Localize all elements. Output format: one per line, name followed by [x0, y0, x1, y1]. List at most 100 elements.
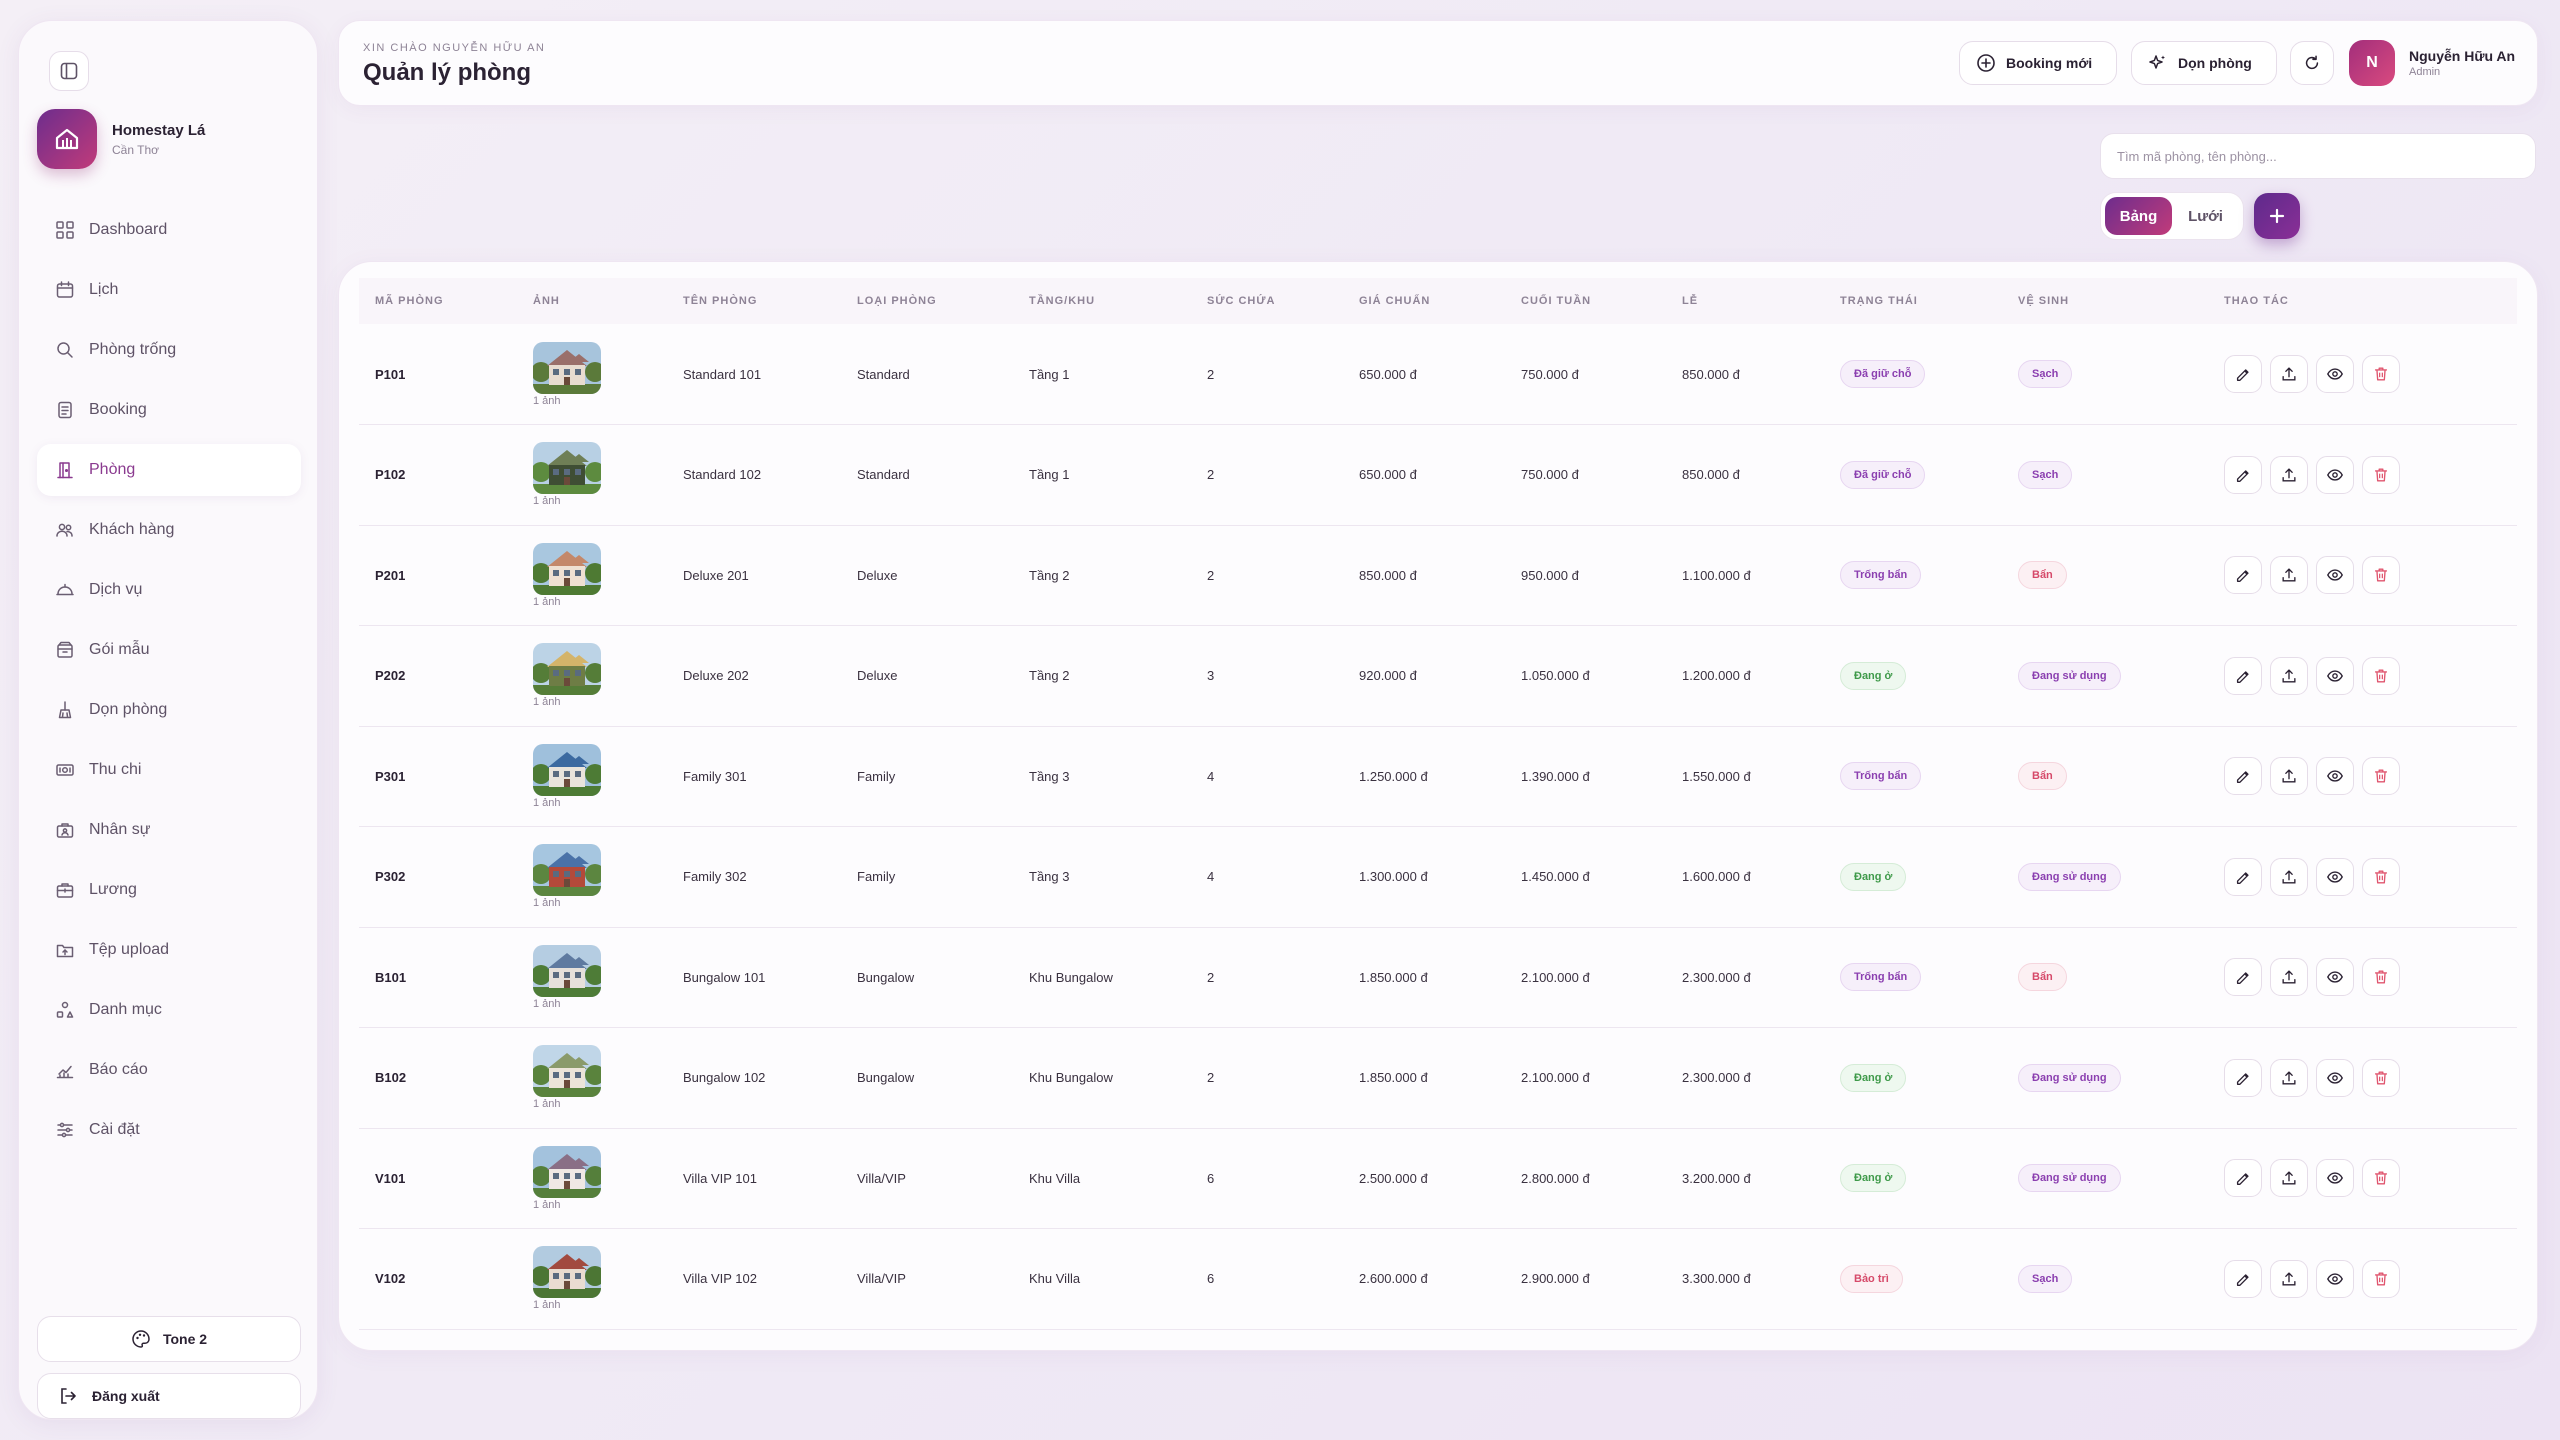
upload-button[interactable]: [2270, 1259, 2308, 1298]
upload-button[interactable]: [2270, 355, 2308, 393]
delete-button[interactable]: [2362, 958, 2400, 997]
room-thumbnail[interactable]: [533, 1145, 601, 1198]
edit-button[interactable]: [2224, 355, 2262, 393]
sidebar-item-15[interactable]: Báo cáo: [37, 1044, 301, 1096]
edit-button[interactable]: [2224, 1259, 2262, 1298]
sidebar-item-12[interactable]: Lương: [37, 864, 301, 916]
view-button[interactable]: [2316, 1058, 2354, 1097]
view-button[interactable]: [2316, 958, 2354, 997]
logout-button[interactable]: Đăng xuất: [37, 1373, 301, 1419]
table-row[interactable]: B101 1 ảnh Bungalow 101 Bungalow Khu Bungalo…: [359, 927, 2517, 1028]
room-thumbnail[interactable]: [533, 1045, 601, 1098]
view-button[interactable]: [2316, 757, 2354, 796]
room-thumbnail[interactable]: [533, 743, 601, 796]
edit-button[interactable]: [2224, 556, 2262, 595]
upload-button[interactable]: [2270, 455, 2308, 494]
table-row[interactable]: V102 1 ảnh Villa VIP 102 Villa/VIP Khu Villa…: [359, 1229, 2517, 1329]
view-button[interactable]: [2316, 455, 2354, 494]
sidebar-item-14[interactable]: Danh mục: [37, 984, 301, 1036]
clean-room-button[interactable]: Dọn phòng: [2131, 41, 2277, 85]
edit-button[interactable]: [2224, 857, 2262, 896]
upload-button[interactable]: [2270, 857, 2308, 896]
edit-button[interactable]: [2224, 455, 2262, 494]
table-row[interactable]: P102 1 ảnh Standard 102 Standard Tầng 1 2 650.…: [359, 425, 2517, 525]
view-button[interactable]: [2316, 656, 2354, 695]
delete-button[interactable]: [2362, 1159, 2400, 1198]
users-icon: [56, 523, 73, 537]
room-thumbnail[interactable]: [533, 643, 601, 696]
sidebar-item-11[interactable]: Nhân sự: [37, 804, 301, 856]
upload-button[interactable]: [2270, 556, 2308, 595]
view-button[interactable]: [2316, 1259, 2354, 1298]
delete-button[interactable]: [2362, 857, 2400, 896]
sidebar-item-5[interactable]: Phòng: [37, 444, 301, 496]
table-row[interactable]: P101 1 ảnh Standard 101 Standard Tầng 1 2 650.…: [359, 324, 2517, 425]
room-thumbnail[interactable]: [533, 542, 601, 595]
cleaning-badge: Đang sử dụng: [2018, 1063, 2121, 1092]
sidebar-item-16[interactable]: Cài đặt: [37, 1104, 301, 1156]
sidebar-item-8[interactable]: Gói mẫu: [37, 624, 301, 676]
view-button[interactable]: [2316, 1159, 2354, 1198]
delete-button[interactable]: [2362, 556, 2400, 595]
view-button[interactable]: [2316, 556, 2354, 595]
edit-button[interactable]: [2224, 757, 2262, 796]
edit-button[interactable]: [2224, 656, 2262, 695]
sidebar-item-6[interactable]: Khách hàng: [37, 504, 301, 556]
view-grid-tab[interactable]: Lưới: [2172, 197, 2239, 235]
delete-button[interactable]: [2362, 1259, 2400, 1298]
sidebar-item-9[interactable]: Dọn phòng: [37, 684, 301, 736]
upload-button[interactable]: [2270, 757, 2308, 796]
delete-button[interactable]: [2362, 1058, 2400, 1097]
room-thumbnail[interactable]: [533, 1246, 601, 1299]
edit-button[interactable]: [2224, 1058, 2262, 1097]
tone-button[interactable]: Tone 2: [37, 1316, 301, 1362]
room-capacity: 2: [1207, 467, 1215, 483]
sidebar-item-label: Cài đặt: [89, 1121, 140, 1138]
room-code: V102: [375, 1271, 406, 1287]
view-table-tab[interactable]: Bảng: [2105, 197, 2172, 235]
upload-button[interactable]: [2270, 1058, 2308, 1097]
cleaning-badge: Sạch: [2018, 1264, 2073, 1293]
room-thumbnail[interactable]: [533, 442, 601, 495]
table-row[interactable]: P302 1 ảnh Family 302 Family Tầng 3 4 1.300.00…: [359, 827, 2517, 928]
edit-button[interactable]: [2224, 958, 2262, 997]
room-thumbnail[interactable]: [533, 341, 601, 394]
view-button[interactable]: [2316, 355, 2354, 393]
add-room-button[interactable]: [2254, 193, 2300, 239]
table-row[interactable]: P301 1 ảnh Family 301 Family Tầng 3 4 1.250.00…: [359, 726, 2517, 827]
clean-cell: Đang sử dụng: [2002, 827, 2208, 928]
table-row[interactable]: P202 1 ảnh Deluxe 202 Deluxe Tầng 2 3 920.000 …: [359, 626, 2517, 726]
view-button[interactable]: [2316, 857, 2354, 896]
sidebar-item-13[interactable]: Tệp upload: [37, 924, 301, 976]
user-menu[interactable]: N Nguyễn Hữu An Admin: [2349, 40, 2515, 86]
sidebar-item-2[interactable]: Lịch: [37, 264, 301, 316]
delete-button[interactable]: [2362, 757, 2400, 796]
refresh-button[interactable]: [2290, 41, 2334, 85]
sidebar-item-7[interactable]: Dịch vụ: [37, 564, 301, 616]
upload-button[interactable]: [2270, 958, 2308, 997]
pencil-icon: [2236, 671, 2249, 683]
brand: Homestay Lá Cần Thơ: [37, 109, 205, 169]
table-row[interactable]: P201 1 ảnh Deluxe 201 Deluxe Tầng 2 2 850.000 …: [359, 525, 2517, 626]
upload-button[interactable]: [2270, 656, 2308, 695]
sidebar-toggle-button[interactable]: [49, 51, 89, 91]
sidebar-item-1[interactable]: Dashboard: [37, 204, 301, 256]
room-thumbnail[interactable]: [533, 944, 601, 997]
sidebar-item-4[interactable]: Booking: [37, 384, 301, 436]
sidebar-item-3[interactable]: Phòng trống: [37, 324, 301, 376]
new-booking-button[interactable]: Booking mới: [1959, 41, 2117, 85]
room-code: P101: [375, 366, 406, 382]
sidebar-item-label: Dashboard: [89, 221, 168, 238]
delete-button[interactable]: [2362, 455, 2400, 494]
table-row[interactable]: B102 1 ảnh Bungalow 102 Bungalow Khu Bungalo…: [359, 1028, 2517, 1128]
table-row[interactable]: V101 1 ảnh Villa VIP 101 Villa/VIP Khu Villa…: [359, 1128, 2517, 1229]
delete-button[interactable]: [2362, 355, 2400, 393]
room-thumbnail[interactable]: [533, 844, 601, 897]
delete-button[interactable]: [2362, 656, 2400, 695]
brand-name: Homestay Lá: [112, 121, 206, 139]
sidebar-item-label: Phòng: [89, 461, 136, 478]
upload-button[interactable]: [2270, 1159, 2308, 1198]
edit-button[interactable]: [2224, 1159, 2262, 1198]
sidebar-item-10[interactable]: Thu chi: [37, 744, 301, 796]
search-input[interactable]: [2100, 133, 2536, 179]
